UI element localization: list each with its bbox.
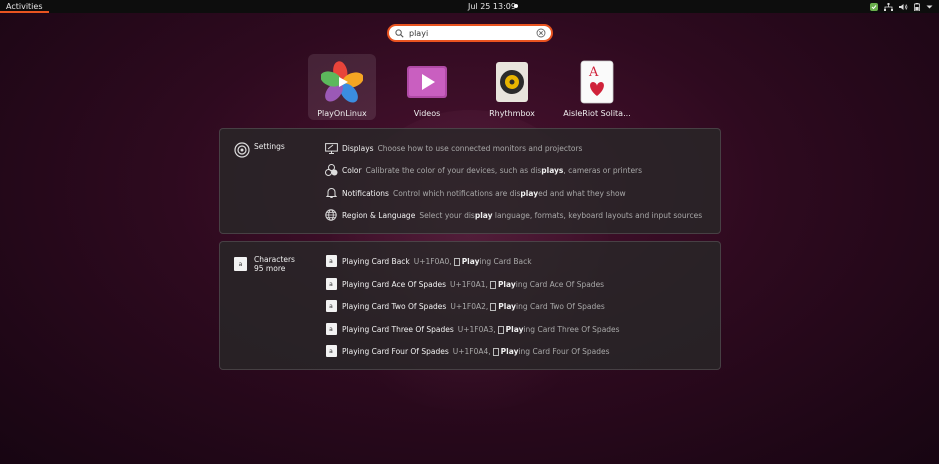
provider-more-count: 95 more <box>254 264 286 273</box>
bell-icon <box>324 186 338 200</box>
result-row-character[interactable]: a Playing Card Ace Of Spades U+1F0A1, Pla… <box>324 276 604 292</box>
card-glyph-icon <box>489 280 496 289</box>
playonlinux-icon <box>320 60 364 104</box>
clock[interactable]: Jul 25 13:09 <box>468 0 516 13</box>
result-title: Playing Card Three Of Spades <box>342 324 454 334</box>
character-icon: a <box>324 344 338 358</box>
result-desc: Select your display language, formats, k… <box>419 210 703 220</box>
characters-app-icon: a <box>234 257 247 271</box>
battery-icon[interactable] <box>914 2 920 11</box>
app-videos[interactable]: Videos <box>393 54 461 120</box>
result-desc: Calibrate the color of your devices, suc… <box>365 165 643 175</box>
activities-button[interactable]: Activities <box>0 0 49 13</box>
top-bar: Activities Jul 25 13:09 <box>0 0 939 13</box>
result-row-color[interactable]: Color Calibrate the color of your device… <box>324 162 642 178</box>
color-icon <box>324 163 338 177</box>
result-title: Playing Card Four Of Spades <box>342 346 449 356</box>
characters-results-panel: a Characters 95 more a Playing Card Back… <box>219 241 721 370</box>
result-row-notifications[interactable]: Notifications Control which notification… <box>324 185 626 201</box>
character-icon: a <box>324 299 338 313</box>
app-label: PlayOnLinux <box>317 109 367 118</box>
result-title: Playing Card Ace Of Spades <box>342 279 447 289</box>
result-title: Playing Card Two Of Spades <box>342 301 447 311</box>
aisleriot-icon: A <box>576 60 618 104</box>
rhythmbox-icon <box>491 60 533 104</box>
character-icon: a <box>324 277 338 291</box>
provider-name: Characters <box>254 255 295 264</box>
display-icon <box>324 141 338 155</box>
result-row-character[interactable]: a Playing Card Three Of Spades U+1F0A3, P… <box>324 321 620 337</box>
app-indicator-icon[interactable] <box>870 2 878 11</box>
provider-name: Settings <box>254 142 285 151</box>
result-row-displays[interactable]: Displays Choose how to use connected mon… <box>324 140 582 156</box>
search-bar[interactable] <box>387 24 553 42</box>
character-icon: a <box>324 254 338 268</box>
settings-gear-icon <box>234 142 250 158</box>
notification-dot-icon <box>514 4 518 8</box>
result-title: Displays <box>342 143 374 153</box>
svg-text:A: A <box>588 65 599 80</box>
app-rhythmbox[interactable]: Rhythmbox <box>478 54 546 120</box>
app-label: AisleRiot Solita... <box>563 109 631 118</box>
result-desc: U+1F0A0, Playing Card Back <box>413 256 532 266</box>
result-title: Color <box>342 165 362 175</box>
globe-icon <box>324 208 338 222</box>
card-glyph-icon <box>497 325 504 334</box>
result-title: Notifications <box>342 188 389 198</box>
result-desc: U+1F0A3, Playing Card Three Of Spades <box>457 324 620 334</box>
result-row-region-language[interactable]: Region & Language Select your display la… <box>324 207 702 223</box>
result-desc: U+1F0A1, Playing Card Ace Of Spades <box>450 279 605 289</box>
character-icon: a <box>324 322 338 336</box>
search-icon <box>395 29 404 38</box>
card-glyph-icon <box>492 347 499 356</box>
result-desc: Control which notifications are displaye… <box>392 188 626 198</box>
result-row-character[interactable]: a Playing Card Back U+1F0A0, Playing Card… <box>324 253 532 269</box>
app-playonlinux[interactable]: PlayOnLinux <box>308 54 376 120</box>
settings-results-panel: Settings Displays Choose how to use conn… <box>219 128 721 234</box>
result-desc: U+1F0A2, Playing Card Two Of Spades <box>450 301 605 311</box>
system-menu-chevron-icon[interactable] <box>926 3 933 11</box>
app-label: Rhythmbox <box>489 109 535 118</box>
result-desc: U+1F0A4, Playing Card Four Of Spades <box>452 346 610 356</box>
network-icon[interactable] <box>884 2 893 11</box>
result-title: Region & Language <box>342 210 416 220</box>
result-desc: Choose how to use connected monitors and… <box>377 143 583 153</box>
search-input[interactable] <box>409 27 529 40</box>
result-row-character[interactable]: a Playing Card Two Of Spades U+1F0A2, Pla… <box>324 298 605 314</box>
card-glyph-icon <box>490 302 497 311</box>
volume-icon[interactable] <box>899 3 908 11</box>
result-title: Playing Card Back <box>342 256 410 266</box>
app-aisleriot[interactable]: A AisleRiot Solita... <box>563 54 631 120</box>
videos-icon <box>406 60 448 104</box>
clear-search-icon[interactable] <box>536 28 546 38</box>
card-glyph-icon <box>453 257 460 266</box>
result-row-character[interactable]: a Playing Card Four Of Spades U+1F0A4, Pl… <box>324 343 610 359</box>
system-tray[interactable] <box>870 0 933 13</box>
app-label: Videos <box>413 109 441 118</box>
